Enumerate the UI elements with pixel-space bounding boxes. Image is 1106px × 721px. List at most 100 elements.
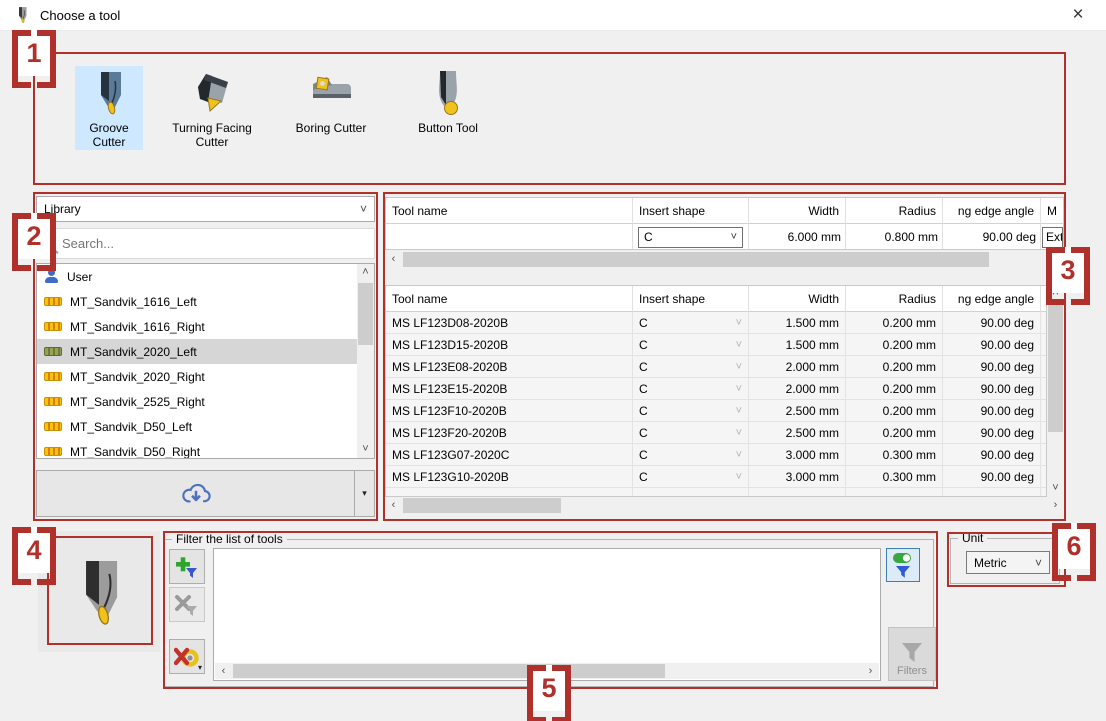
tools-table-hscroll[interactable]: ‹ › — [385, 497, 1064, 514]
m-value-field[interactable]: Ext — [1042, 227, 1063, 248]
edge-angle-cell[interactable]: 90.00 deg — [943, 444, 1041, 466]
scrollbar-thumb[interactable] — [403, 252, 989, 267]
width-cell[interactable]: 2.500 mm — [749, 422, 846, 444]
insert-shape-select[interactable]: C ˅ — [638, 227, 743, 248]
tree-item-user[interactable]: User — [37, 264, 357, 289]
radius-cell[interactable]: 0.200 mm — [846, 378, 943, 400]
clear-filters-button[interactable]: ▾ — [169, 639, 205, 674]
scroll-right-icon[interactable]: › — [1047, 497, 1064, 514]
edge-angle-cell[interactable]: 90.00 deg — [943, 312, 1041, 334]
col-header-radius[interactable]: Radius — [846, 286, 943, 312]
width-cell[interactable]: 2.000 mm — [749, 378, 846, 400]
tool-name-cell[interactable]: MS LF123E15-2020B — [386, 378, 633, 400]
tool-type-button-tool[interactable]: Button Tool — [405, 66, 491, 150]
col-header-tool-name[interactable]: Tool name — [386, 198, 633, 224]
tool-name-cell[interactable]: MS LF123E08-2020B — [386, 356, 633, 378]
col-header-edge-angle[interactable]: ng edge angle — [943, 286, 1041, 312]
radius-cell[interactable]: 0.200 mm — [846, 422, 943, 444]
tools-table-vscroll[interactable]: ˄ ˅ — [1047, 285, 1064, 497]
tool-type-groove-cutter[interactable]: Groove Cutter — [75, 66, 143, 150]
parameter-table-hscroll[interactable]: ‹ › — [385, 251, 1064, 268]
tree-item[interactable]: MT_Sandvik_D50_Right — [37, 439, 357, 459]
col-header-insert-shape[interactable]: Insert shape — [633, 198, 749, 224]
col-header-radius[interactable]: Radius — [846, 198, 943, 224]
scroll-left-icon[interactable]: ‹ — [385, 497, 402, 514]
radius-cell[interactable]: 0.200 mm — [846, 334, 943, 356]
width-cell[interactable]: 3.000 mm — [749, 466, 846, 488]
insert-shape-cell[interactable]: C˅ — [633, 422, 749, 444]
tool-name-cell[interactable]: MS LF123F10-2020B — [386, 400, 633, 422]
tool-name-cell[interactable]: MS LF123G10-2020B — [386, 466, 633, 488]
col-header-width[interactable]: Width — [749, 198, 846, 224]
radius-cell[interactable]: 0.200 mm — [846, 312, 943, 334]
scroll-up-icon[interactable]: ˄ — [357, 264, 374, 281]
insert-shape-cell[interactable]: C˅ — [633, 356, 749, 378]
scroll-right-icon[interactable]: › — [862, 663, 879, 680]
filter-radius-cell[interactable]: 0.800 mm — [846, 224, 943, 250]
width-cell[interactable]: 2.000 mm — [749, 356, 846, 378]
scrollbar-thumb[interactable] — [358, 283, 373, 345]
width-cell[interactable]: 2.500 mm — [749, 400, 846, 422]
unit-select[interactable]: Metric ˅ — [966, 551, 1050, 574]
filter-edge-angle-cell[interactable]: 90.00 deg — [943, 224, 1041, 250]
edge-angle-cell[interactable]: 90.00 deg — [943, 378, 1041, 400]
scroll-down-icon[interactable]: ˅ — [1047, 480, 1064, 497]
col-header-edge-angle[interactable]: ng edge angle — [943, 198, 1041, 224]
tool-type-turning-facing-cutter[interactable]: Turning Facing Cutter — [158, 66, 266, 150]
filter-list[interactable]: ‹ › — [213, 548, 881, 681]
library-source-select[interactable]: Library ˅ — [36, 196, 375, 222]
tree-item[interactable]: MT_Sandvik_2020_Right — [37, 364, 357, 389]
scroll-left-icon[interactable]: ‹ — [215, 663, 232, 680]
scrollbar-thumb[interactable] — [403, 498, 561, 513]
radius-cell[interactable]: 0.300 mm — [846, 466, 943, 488]
insert-shape-cell[interactable]: C˅ — [633, 466, 749, 488]
insert-shape-cell[interactable]: C˅ — [633, 444, 749, 466]
chevron-down-icon: ˅ — [736, 339, 742, 351]
width-cell[interactable]: 3.000 mm — [749, 444, 846, 466]
tool-name-cell[interactable]: MS LF123D15-2020B — [386, 334, 633, 356]
width-cell[interactable]: 1.500 mm — [749, 312, 846, 334]
tree-item[interactable]: MT_Sandvik_2525_Right — [37, 389, 357, 414]
tool-name-cell[interactable]: MS LF123F20-2020B — [386, 422, 633, 444]
edge-angle-cell[interactable]: 90.00 deg — [943, 422, 1041, 444]
tree-item[interactable]: MT_Sandvik_D50_Left — [37, 414, 357, 439]
insert-shape-cell[interactable]: C˅ — [633, 378, 749, 400]
toggle-filtering-button[interactable] — [886, 548, 920, 582]
filters-button[interactable]: Filters — [888, 627, 936, 681]
col-header-width[interactable]: Width — [749, 286, 846, 312]
add-filter-button[interactable] — [169, 549, 205, 584]
insert-shape-cell[interactable]: C˅ — [633, 334, 749, 356]
scroll-down-icon[interactable]: ˅ — [357, 441, 374, 458]
scrollbar-thumb[interactable] — [233, 664, 665, 678]
insert-shape-cell[interactable]: C˅ — [633, 400, 749, 422]
search-input[interactable] — [60, 235, 374, 252]
tool-name-cell[interactable]: MS LF123D08-2020B — [386, 312, 633, 334]
remove-filter-button[interactable] — [169, 587, 205, 622]
filter-width-cell[interactable]: 6.000 mm — [749, 224, 846, 250]
tree-scrollbar[interactable]: ˄ ˅ — [357, 264, 374, 458]
cloud-download-dropdown[interactable]: ▾ — [354, 471, 374, 516]
col-header-m[interactable]: M — [1041, 198, 1064, 224]
scroll-left-icon[interactable]: ‹ — [385, 251, 402, 268]
insert-shape-cell[interactable]: C˅ — [633, 312, 749, 334]
cloud-download-main[interactable] — [37, 471, 354, 516]
col-header-insert-shape[interactable]: Insert shape — [633, 286, 749, 312]
tree-item-selected[interactable]: MT_Sandvik_2020_Left — [37, 339, 357, 364]
tool-name-cell[interactable]: MS LF123G07-2020C — [386, 444, 633, 466]
edge-angle-cell[interactable]: 90.00 deg — [943, 334, 1041, 356]
radius-cell[interactable]: 0.300 mm — [846, 444, 943, 466]
edge-angle-cell[interactable]: 90.00 deg — [943, 356, 1041, 378]
edge-angle-cell[interactable]: 90.00 deg — [943, 466, 1041, 488]
cloud-download-button[interactable]: ▾ — [36, 470, 375, 517]
scrollbar-thumb[interactable] — [1048, 304, 1063, 432]
edge-angle-cell[interactable]: 90.00 deg — [943, 400, 1041, 422]
close-icon[interactable]: × — [1050, 0, 1106, 30]
col-header-tool-name[interactable]: Tool name — [386, 286, 633, 312]
width-cell[interactable]: 1.500 mm — [749, 334, 846, 356]
radius-cell[interactable]: 0.200 mm — [846, 356, 943, 378]
tree-item[interactable]: MT_Sandvik_1616_Right — [37, 314, 357, 339]
radius-cell[interactable]: 0.200 mm — [846, 400, 943, 422]
filter-tool-name-cell[interactable] — [386, 224, 633, 250]
tree-item[interactable]: MT_Sandvik_1616_Left — [37, 289, 357, 314]
tool-type-boring-cutter[interactable]: Boring Cutter — [282, 66, 380, 150]
